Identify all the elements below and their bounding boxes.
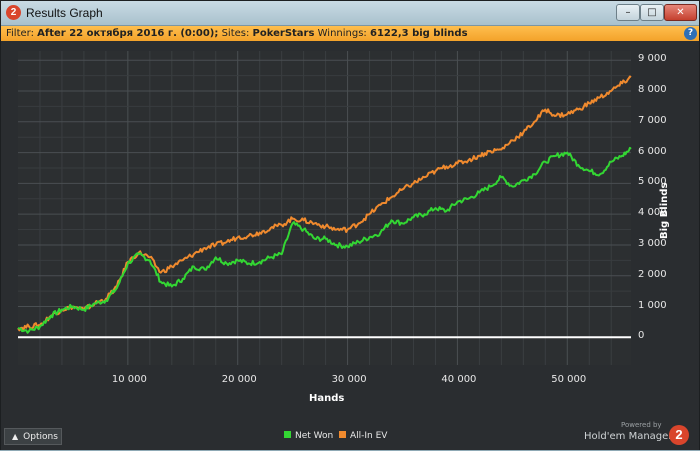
x-tick-label: 40 000 [441,374,477,385]
legend-net-won[interactable]: Net Won [284,431,333,441]
y-tick-label: 1 000 [638,299,667,311]
brand-logo-icon: 2 [669,425,689,445]
x-tick-label: 30 000 [331,374,367,385]
y-tick-label: 9 000 [638,53,667,65]
chart-grid [18,51,631,365]
x-tick-label: 20 000 [221,374,257,385]
series-line-all-in-ev [17,75,632,332]
legend-label-net-won: Net Won [295,431,334,441]
y-tick-label: 8 000 [638,84,667,96]
chart-series [17,75,632,334]
series-line-net-won [17,146,632,334]
y-tick-label: 2 000 [638,268,667,280]
y-axis-title: Big Blinds [659,182,670,239]
results-graph-window: 2 Results Graph – □ ✕ Filter: After 22 о… [0,0,700,450]
y-tick-label: 3 000 [638,237,667,249]
y-tick-label: 0 [638,330,645,342]
powered-by-text: Powered by [621,421,662,429]
x-axis-title: Hands [309,393,345,404]
legend-swatch-net-won [284,431,291,438]
legend-label-all-in-ev: All-In EV [350,431,388,441]
options-button[interactable]: ▲ Options [4,428,62,445]
legend-swatch-all-in-ev [339,431,346,438]
chevron-up-icon: ▲ [12,432,19,441]
options-label: Options [23,432,58,442]
x-tick-label: 10 000 [111,374,147,385]
y-tick-label: 7 000 [638,114,667,126]
legend-all-in-ev[interactable]: All-In EV [339,431,387,441]
x-tick-label: 50 000 [551,374,587,385]
y-tick-label: 6 000 [638,145,667,157]
brand-name: Hold'em Manager [584,431,673,442]
